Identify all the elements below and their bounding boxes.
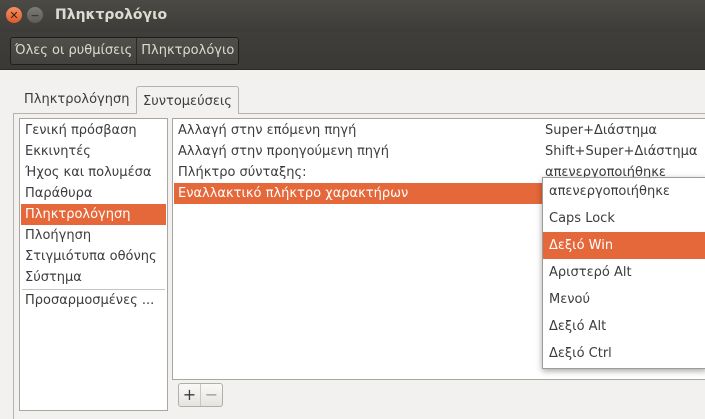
remove-shortcut-button[interactable]: − <box>200 384 222 406</box>
close-window-button[interactable]: ✕ <box>6 7 22 23</box>
category-item-sound-media[interactable]: Ήχος και πολυμέσα <box>21 162 166 183</box>
add-remove-button-group: + − <box>178 383 223 407</box>
category-item-windows[interactable]: Παράθυρα <box>21 183 166 204</box>
category-list: Γενική πρόσβαση Εκκινητές Ήχος και πολυμ… <box>19 118 168 411</box>
tab-shortcuts[interactable]: Συντομεύσεις <box>136 86 239 114</box>
dropdown-option[interactable]: Caps Lock <box>543 205 705 232</box>
shortcut-row[interactable]: Αλλαγή στην επόμενη πηγή Super+Διάστημα <box>174 120 705 141</box>
add-shortcut-button[interactable]: + <box>179 384 200 406</box>
plus-icon: + <box>182 385 197 404</box>
category-item-universal-access[interactable]: Γενική πρόσβαση <box>21 120 166 141</box>
category-item-system[interactable]: Σύστημα <box>21 267 166 288</box>
minimize-icon: − <box>30 8 40 22</box>
dropdown-option[interactable]: απενεργοποιήθηκε <box>543 178 705 205</box>
breadcrumb-all-settings[interactable]: Όλες οι ρυθμίσεις <box>11 38 138 64</box>
breadcrumb: Όλες οι ρυθμίσεις Πληκτρολόγιο <box>10 37 240 65</box>
dropdown-option[interactable]: Μενού <box>543 286 705 313</box>
shortcut-name: Αλλαγή στην επόμενη πηγή <box>178 123 357 138</box>
shortcut-value: Shift+Super+Διάστημα <box>545 144 698 159</box>
category-item-typing[interactable]: Πληκτρολόγηση <box>21 204 166 225</box>
category-item-launchers[interactable]: Εκκινητές <box>21 141 166 162</box>
dropdown-option[interactable]: Αριστερό Alt <box>543 259 705 286</box>
shortcut-row[interactable]: Αλλαγή στην προηγούμενη πηγή Shift+Super… <box>174 141 705 162</box>
category-item-custom[interactable]: Προσαρμοσμένες ... <box>21 290 166 311</box>
key-dropdown-menu: απενεργοποιήθηκε Caps Lock Δεξιό Win Αρι… <box>542 177 705 369</box>
tab-typing[interactable]: Πληκτρολόγηση <box>18 88 135 112</box>
shortcut-name: Εναλλακτικό πλήκτρο χαρακτήρων <box>178 186 409 201</box>
dropdown-option-selected[interactable]: Δεξιό Win <box>543 232 705 259</box>
minus-icon: − <box>204 385 219 404</box>
close-icon: ✕ <box>9 8 19 22</box>
title-bar: ✕ − Πληκτρολόγιο <box>0 0 705 32</box>
shortcut-value: Super+Διάστημα <box>545 123 657 138</box>
shortcut-name: Αλλαγή στην προηγούμενη πηγή <box>178 144 389 159</box>
breadcrumb-keyboard[interactable]: Πληκτρολόγιο <box>137 38 239 64</box>
dropdown-option[interactable]: Δεξιό Ctrl <box>543 340 705 367</box>
minimize-window-button[interactable]: − <box>27 7 43 23</box>
window-title: Πληκτρολόγιο <box>55 7 168 23</box>
toolbar: Όλες οι ρυθμίσεις Πληκτρολόγιο <box>0 32 705 70</box>
shortcut-name: Πλήκτρο σύνταξης: <box>178 165 307 180</box>
dropdown-option[interactable]: Δεξιό Alt <box>543 313 705 340</box>
category-item-navigation[interactable]: Πλοήγηση <box>21 225 166 246</box>
category-item-screenshots[interactable]: Στιγμιότυπα οθόνης <box>21 246 166 267</box>
